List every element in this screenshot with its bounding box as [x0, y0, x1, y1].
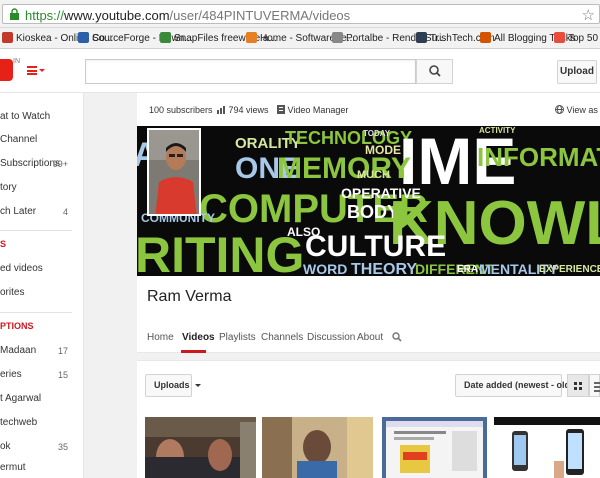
- chevron-down-icon: [39, 69, 45, 72]
- banner-word: TODAY: [363, 129, 391, 138]
- section-gap: [84, 353, 137, 361]
- list-icon: [594, 382, 600, 392]
- sidebar-item-what-to-watch[interactable]: at to Watch: [0, 109, 83, 125]
- banner-word: MUCH: [357, 169, 390, 181]
- sidebar-subscription-item[interactable]: techweb: [0, 415, 83, 431]
- sidebar-subscription-item[interactable]: ermut: [0, 460, 83, 476]
- tab-videos[interactable]: Videos: [182, 332, 215, 343]
- snapfiles-icon: [160, 32, 171, 43]
- subscriber-count: 100 subscribers: [149, 105, 213, 115]
- tab-playlists[interactable]: Playlists: [219, 332, 256, 343]
- banner-word: THEORY: [351, 261, 417, 276]
- uploads-dropdown[interactable]: Uploads: [145, 374, 201, 397]
- tab-about[interactable]: About: [357, 332, 383, 343]
- sidebar-section-subscriptions: PTIONS: [0, 321, 34, 331]
- tab-home[interactable]: Home: [147, 332, 174, 343]
- video-thumbnail[interactable]: [262, 417, 373, 478]
- list-view-button[interactable]: [589, 374, 600, 397]
- youtube-header: IN Upload: [0, 49, 600, 93]
- arrow-down-icon: [246, 32, 257, 43]
- video-thumbnail[interactable]: [145, 417, 256, 478]
- videos-toolbar: Uploads Date added (newest - oldest): [137, 360, 600, 404]
- bar-chart-icon: [217, 106, 225, 114]
- bookmark-item[interactable]: Top 50 Hig: [554, 31, 600, 46]
- bookmark-star-icon[interactable]: ☆: [582, 6, 595, 24]
- banner-word: EXPERIENCE: [539, 264, 600, 275]
- lock-icon: [10, 8, 19, 20]
- chevron-down-icon: [194, 384, 201, 387]
- guide-menu-icon[interactable]: [27, 66, 37, 75]
- bookmarks-bar: Kioskea - Online Co... SourceForge - Dow…: [0, 28, 600, 49]
- channel-search-icon[interactable]: [392, 332, 402, 342]
- kioskea-icon: [2, 32, 13, 43]
- channel-avatar: [147, 128, 201, 216]
- sort-dropdown[interactable]: Date added (newest - oldest): [455, 374, 598, 397]
- video-thumbnail[interactable]: [494, 417, 600, 478]
- banner-word: MEMORY: [277, 152, 411, 185]
- upload-button[interactable]: Upload: [557, 60, 597, 84]
- view-count: 794 views: [217, 105, 269, 115]
- banner-word: CULTURE: [305, 230, 446, 263]
- word-cloud-art: ANORALITYTECHNOLOGYTODAYMODEIMEACTIVITYI…: [137, 126, 600, 276]
- divider: [0, 230, 72, 231]
- url-field[interactable]: https://www.youtube.com/user/484PINTUVER…: [2, 4, 600, 24]
- banner-word: RITING: [137, 227, 304, 276]
- document-icon: [332, 32, 343, 43]
- globe-icon: [555, 105, 564, 114]
- top50-icon: [554, 32, 565, 43]
- blogging-tricks-icon: [480, 32, 491, 43]
- sidebar-subscription-item[interactable]: ok 35: [0, 439, 83, 455]
- search-input[interactable]: [85, 59, 416, 84]
- trishtech-icon: [416, 32, 427, 43]
- search-icon: [429, 65, 441, 77]
- banner-word: INFORMATION: [477, 142, 600, 172]
- channel-title: Ram Verma: [147, 288, 232, 305]
- sidebar-item-favorites[interactable]: orites: [0, 285, 83, 301]
- guide-sidebar: at to Watch Channel Subscriptions 99+ tor…: [0, 93, 84, 478]
- video-thumbnail[interactable]: [382, 417, 487, 478]
- video-manager-link[interactable]: Video Manager: [277, 105, 348, 115]
- sidebar-subscription-item[interactable]: t Agarwal: [0, 391, 83, 407]
- divider: [0, 312, 72, 313]
- view-as-public-link[interactable]: View as pul: [555, 105, 600, 115]
- url-text: https://www.youtube.com/user/484PINTUVER…: [25, 8, 351, 23]
- sidebar-section-playlists: S: [0, 239, 7, 249]
- grid-icon: [574, 382, 582, 390]
- sidebar-subscription-item[interactable]: Madaan 17: [0, 343, 83, 359]
- region-label: IN: [13, 58, 20, 65]
- search-button[interactable]: [416, 59, 453, 84]
- youtube-logo-icon[interactable]: [0, 59, 13, 81]
- video-manager-icon: [277, 105, 285, 114]
- banner-word: ERA: [457, 264, 478, 275]
- address-bar: https://www.youtube.com/user/484PINTUVER…: [0, 0, 600, 28]
- channel-tabs: Home Videos Playlists Channels Discussio…: [137, 319, 600, 353]
- channel-banner: ANORALITYTECHNOLOGYTODAYMODEIMEACTIVITYI…: [137, 126, 600, 276]
- grid-view-button[interactable]: [567, 374, 589, 397]
- channel-stats-bar: 100 subscribers 794 views Video Manager …: [137, 93, 600, 126]
- sidebar-subscription-item[interactable]: eries 15: [0, 367, 83, 383]
- banner-word: ACTIVITY: [479, 126, 516, 135]
- sidebar-item-my-channel[interactable]: Channel: [0, 132, 83, 148]
- sourceforge-icon: [78, 32, 89, 43]
- sidebar-item-subscriptions[interactable]: Subscriptions 99+: [0, 156, 83, 172]
- sidebar-item-history[interactable]: tory: [0, 180, 83, 196]
- sidebar-item-watch-later[interactable]: ch Later 4: [0, 204, 83, 220]
- tab-discussion[interactable]: Discussion: [307, 332, 355, 343]
- tab-channels[interactable]: Channels: [261, 332, 303, 343]
- banner-word: WORD: [303, 261, 347, 276]
- sidebar-item-liked-videos[interactable]: ed videos: [0, 261, 83, 277]
- video-grid: [137, 404, 600, 478]
